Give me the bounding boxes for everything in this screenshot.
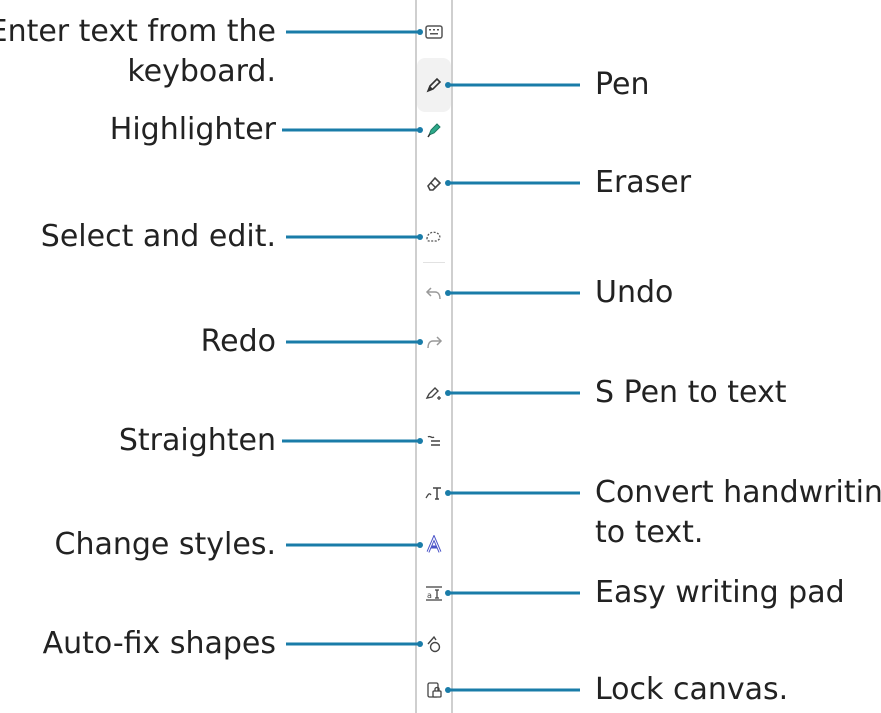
label-pen: Pen xyxy=(595,67,650,102)
lasso-icon[interactable] xyxy=(422,225,446,249)
label-select-and-edit: Select and edit. xyxy=(40,219,276,254)
svg-text:a: a xyxy=(427,591,432,600)
toolbar-divider xyxy=(423,262,445,263)
label-auto-fix-shapes: Auto-fix shapes xyxy=(42,626,276,661)
pen-icon[interactable] xyxy=(417,58,451,112)
label-change-styles: Change styles. xyxy=(54,527,277,562)
change-styles-icon[interactable] xyxy=(422,533,446,557)
label-undo: Undo xyxy=(595,275,674,310)
easy-writing-pad-icon[interactable]: a xyxy=(422,581,446,605)
label-eraser: Eraser xyxy=(595,165,692,200)
label-highlighter: Highlighter xyxy=(109,112,276,147)
label-lock-canvas: Lock canvas. xyxy=(595,672,789,707)
lock-canvas-icon[interactable] xyxy=(422,678,446,702)
convert-handwriting-icon[interactable] xyxy=(422,481,446,505)
eraser-icon[interactable] xyxy=(422,171,446,195)
undo-icon[interactable] xyxy=(422,281,446,305)
label-keyboard-line2: keyboard. xyxy=(127,54,276,89)
label-easy-writing-pad: Easy writing pad xyxy=(595,575,845,610)
highlighter-icon[interactable] xyxy=(422,118,446,142)
label-keyboard-line1: Enter text from the xyxy=(0,14,276,49)
label-convert-handwriting-line1: Convert handwriting xyxy=(595,475,881,510)
spen-to-text-icon[interactable] xyxy=(422,381,446,405)
label-spen-to-text: S Pen to text xyxy=(595,375,787,410)
label-redo: Redo xyxy=(200,324,276,359)
label-straighten: Straighten xyxy=(118,423,276,458)
keyboard-icon[interactable] xyxy=(422,20,446,44)
label-convert-handwriting-line2: to text. xyxy=(595,515,704,550)
straighten-icon[interactable] xyxy=(422,429,446,453)
drawing-toolbar: a xyxy=(415,0,453,713)
auto-fix-shapes-icon[interactable] xyxy=(422,632,446,656)
redo-icon[interactable] xyxy=(422,330,446,354)
